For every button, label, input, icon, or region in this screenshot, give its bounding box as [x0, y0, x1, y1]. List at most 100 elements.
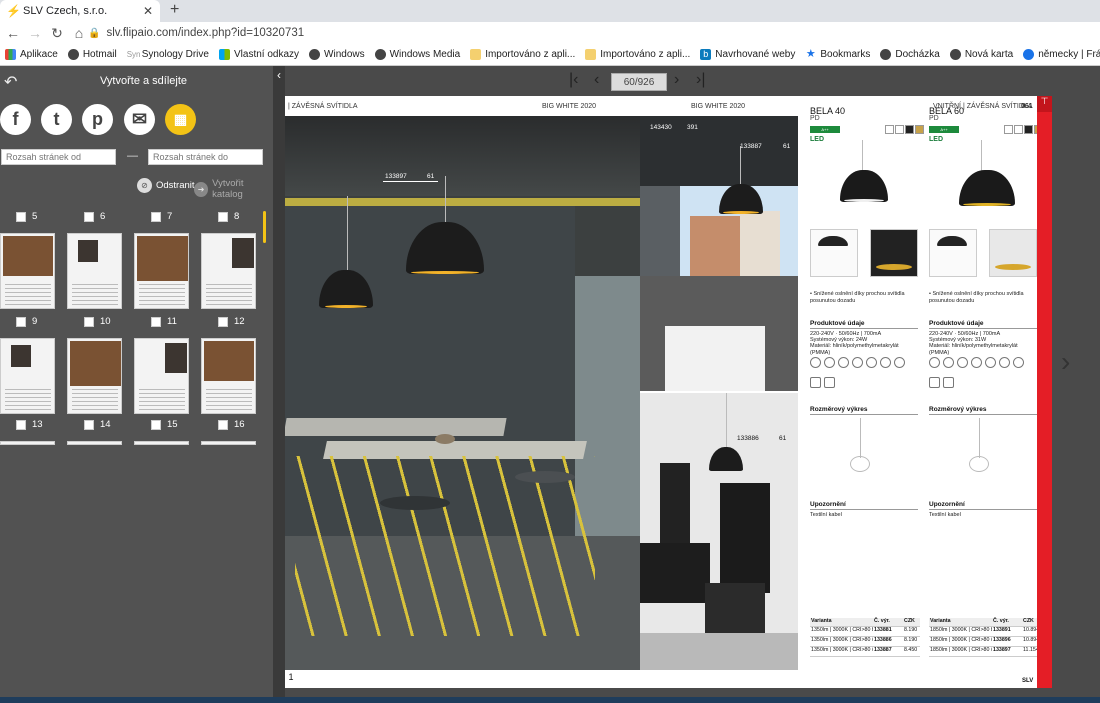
left-page-number[interactable]: 1: [285, 672, 297, 688]
forward-icon[interactable]: →: [26, 25, 44, 41]
range-to-input[interactable]: [148, 149, 263, 165]
next-page-icon[interactable]: ›: [674, 71, 679, 89]
bookmark-item[interactable]: Importováno z apli...: [465, 49, 580, 60]
left-photo-tag-number: 133897: [385, 173, 407, 180]
page-thumbnail[interactable]: [0, 233, 55, 309]
tag-133887-count: 61: [783, 143, 791, 150]
bookmark-item[interactable]: ★ Bookmarks: [800, 49, 875, 61]
bookmark-item[interactable]: Importováno z apli...: [580, 49, 695, 60]
page-select-checkbox[interactable]: 13: [16, 419, 43, 430]
table-header-cell: CZK: [904, 618, 915, 624]
last-page-icon[interactable]: ›|: [696, 71, 705, 89]
bookmark-ribbon-icon[interactable]: ⊤: [1037, 96, 1052, 112]
checkbox[interactable]: [84, 419, 94, 430]
spec-icon: [1013, 357, 1024, 368]
right-bottom-photo: 133886 61: [640, 393, 798, 670]
checkbox[interactable]: [151, 211, 161, 222]
page-thumbnail[interactable]: [134, 441, 189, 445]
page-select-checkbox[interactable]: 6: [84, 211, 105, 222]
color-swatch[interactable]: [905, 125, 914, 134]
browser-tab[interactable]: ⚡ SLV Czech, s.r.o. ✕: [0, 0, 160, 22]
bookmark-item[interactable]: Docházka: [875, 49, 944, 60]
page-thumbnail[interactable]: [134, 233, 189, 309]
bookmark-item[interactable]: Syn Synology Drive: [122, 49, 214, 60]
color-swatch[interactable]: [915, 125, 924, 134]
page-select-checkbox[interactable]: 7: [151, 211, 172, 222]
create-catalog-button[interactable]: ➜ Vytvořit katalog: [194, 178, 273, 200]
range-from-input[interactable]: [1, 149, 116, 165]
tab-title: SLV Czech, s.r.o.: [23, 5, 108, 17]
create-label: Vytvořit katalog: [212, 178, 244, 200]
reload-icon[interactable]: ↻: [48, 25, 66, 42]
bookmark-item[interactable]: Hotmail: [63, 49, 122, 60]
url-field[interactable]: 🔒 slv.flipaio.com/index.php?id=10320731: [88, 22, 1098, 44]
spec-icon: [866, 357, 877, 368]
bookmark-item[interactable]: německy | Fráze - B...: [1018, 49, 1100, 60]
page-select-checkbox[interactable]: 8: [218, 211, 239, 222]
bookmark-item[interactable]: Vlastní odkazy: [214, 49, 304, 60]
page-thumbnail[interactable]: [201, 441, 256, 445]
pinterest-icon[interactable]: p: [82, 104, 113, 135]
bookmark-item[interactable]: Windows: [304, 49, 370, 60]
next-spread-arrow-icon[interactable]: ›: [1061, 346, 1070, 378]
color-swatch[interactable]: [895, 125, 904, 134]
page-select-checkbox[interactable]: 16: [218, 419, 245, 430]
bookmark-item[interactable]: Nová karta: [945, 49, 1018, 60]
separator: [929, 509, 1037, 510]
page-select-checkbox[interactable]: 10: [84, 316, 111, 327]
checkbox[interactable]: [218, 316, 228, 327]
thumbnail-scrollbar[interactable]: [263, 211, 266, 243]
color-swatch[interactable]: [1004, 125, 1013, 134]
checkbox[interactable]: [84, 316, 94, 327]
color-swatch[interactable]: [1014, 125, 1023, 134]
bookmark-label: Importováno z apli...: [485, 49, 576, 60]
page-thumbnail[interactable]: [67, 338, 122, 414]
sidebar-header: ↶ Vytvořte a sdílejte: [0, 66, 273, 98]
new-tab-icon[interactable]: +: [170, 1, 179, 19]
bookmark-item[interactable]: b Navrhované weby: [695, 49, 800, 60]
checkbox[interactable]: [84, 211, 94, 222]
back-icon[interactable]: ←: [4, 25, 22, 41]
color-swatch[interactable]: [1024, 125, 1033, 134]
separator: [929, 328, 1037, 329]
checkbox[interactable]: [16, 419, 26, 430]
facebook-icon[interactable]: f: [0, 104, 31, 135]
color-swatch[interactable]: [885, 125, 894, 134]
first-page-icon[interactable]: |‹: [569, 71, 578, 89]
page-select-checkbox[interactable]: 14: [84, 419, 111, 430]
page-thumbnail[interactable]: [201, 338, 256, 414]
page-select-checkbox[interactable]: 11: [151, 316, 177, 327]
checkbox[interactable]: [16, 211, 26, 222]
spec-icon: [824, 377, 835, 388]
bookmark-item[interactable]: Aplikace: [0, 49, 63, 60]
checkbox[interactable]: [16, 316, 26, 327]
prev-page-icon[interactable]: ‹: [594, 71, 599, 89]
twitter-icon[interactable]: t: [41, 104, 72, 135]
page-thumbnail[interactable]: [67, 233, 122, 309]
remove-button[interactable]: ⊘ Odstranit: [137, 178, 195, 193]
bookmark-label: německy | Fráze - B...: [1038, 49, 1100, 60]
page-thumbnail[interactable]: [201, 233, 256, 309]
page-thumbnail[interactable]: [0, 441, 55, 445]
share-back-icon[interactable]: ↶: [4, 72, 17, 92]
page-select-checkbox[interactable]: 5: [16, 211, 37, 222]
page-thumbnail[interactable]: [134, 338, 189, 414]
page-number-input[interactable]: 60/926: [611, 73, 667, 91]
checkbox[interactable]: [218, 419, 228, 430]
page-thumbnail[interactable]: [0, 338, 55, 414]
checkbox[interactable]: [151, 316, 161, 327]
close-tab-icon[interactable]: ✕: [142, 4, 154, 18]
sidebar-collapse-toggle[interactable]: ‹: [273, 66, 285, 697]
page-select-checkbox[interactable]: 15: [151, 419, 178, 430]
email-icon[interactable]: ✉: [124, 104, 155, 135]
page-select-checkbox[interactable]: 9: [16, 316, 37, 327]
spec-icon: [894, 357, 905, 368]
page-thumbnail[interactable]: [67, 441, 122, 445]
page-select-checkbox[interactable]: 12: [218, 316, 245, 327]
bookmark-item[interactable]: Windows Media: [370, 49, 466, 60]
catalog-icon[interactable]: ▦: [165, 104, 196, 135]
table-cell: 133881: [874, 627, 892, 633]
checkbox[interactable]: [151, 419, 161, 430]
home-icon[interactable]: ⌂: [70, 25, 88, 41]
checkbox[interactable]: [218, 211, 228, 222]
